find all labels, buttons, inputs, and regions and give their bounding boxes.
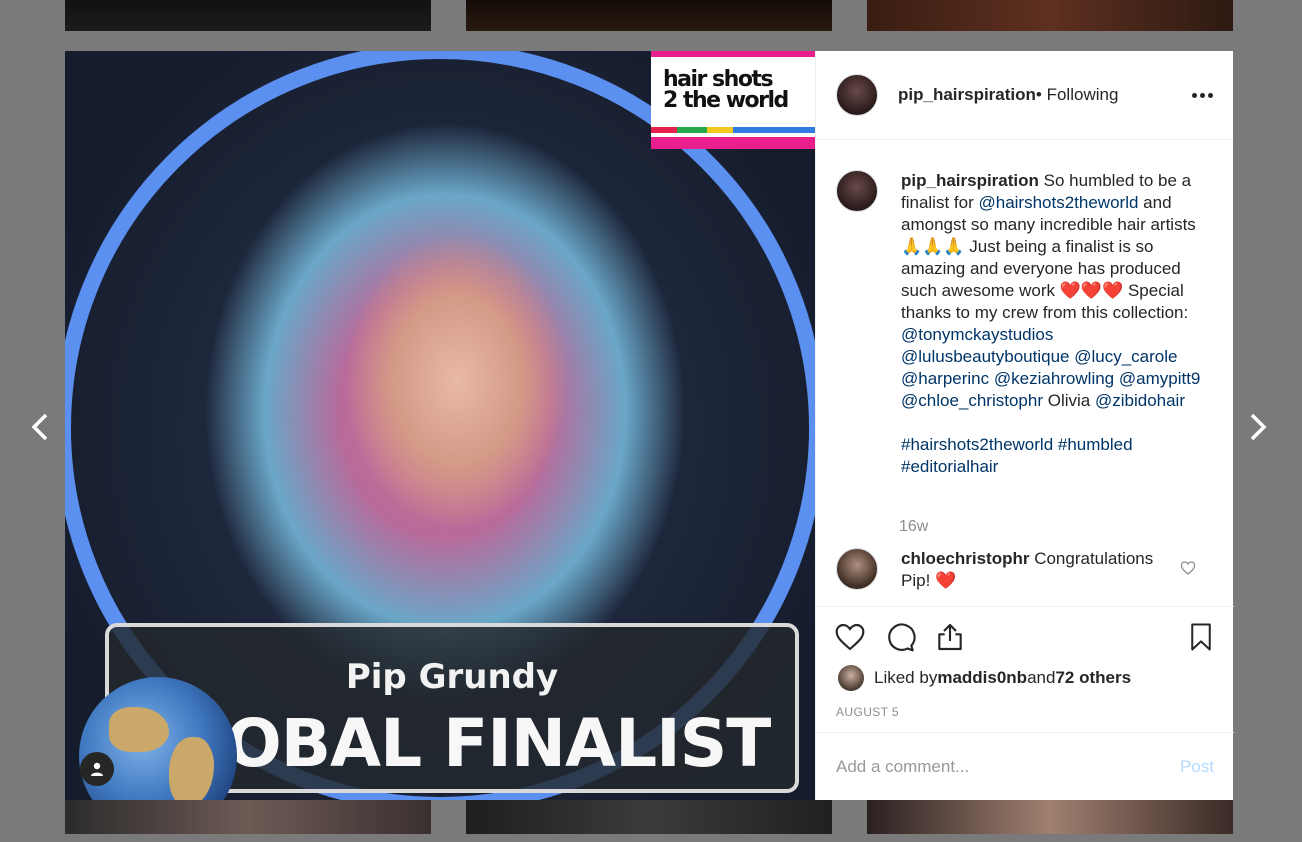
caption-text: pip_hairspiration So humbled to be a fin… [901,170,1201,478]
comments-section[interactable]: pip_hairspiration So humbled to be a fin… [816,140,1234,606]
comment-bubble-icon[interactable] [884,621,916,658]
caption-timestamp: 16w [899,518,929,535]
comment-text: chloechristophr Congratulations Pip! ❤️ [901,548,1156,592]
grid-thumbnail[interactable] [466,800,832,834]
comment-item: chloechristophr Congratulations Pip! ❤️ [836,548,1156,592]
mention-link[interactable]: @lucy_carole [1074,347,1177,366]
more-options-icon[interactable] [1192,92,1213,98]
share-icon[interactable] [934,621,966,658]
heart-emoji: ❤️❤️❤️ [1059,281,1124,301]
previous-post-arrow-icon[interactable] [26,410,56,444]
pray-emoji: 🙏🙏🙏 [901,237,965,257]
following-label[interactable]: • Following [1036,85,1119,105]
hashtag-link[interactable]: #humbled [1058,435,1133,454]
mention-link[interactable]: @zibidohair [1095,391,1185,410]
hairshots-logo: hair shots 2 the world [651,51,815,149]
logo-line-2: 2 the world [663,88,789,113]
post-modal: hair shots 2 the world Pip Grundy GLOBAL… [65,51,1234,800]
mention-link[interactable]: @harperinc [901,369,989,388]
caption-username[interactable]: pip_hairspiration [901,171,1039,190]
grid-thumbnail[interactable] [867,800,1233,834]
avatar[interactable] [836,74,878,116]
mention-link[interactable]: @chloe_christophr [901,391,1043,410]
next-post-arrow-icon[interactable] [1244,410,1274,444]
mention-link[interactable]: @keziahrowling [994,369,1114,388]
post-comment-button[interactable]: Post [1180,757,1214,777]
post-sidebar: pip_hairspiration • Following pip_hairsp… [815,51,1234,800]
post-date: AUGUST 5 [836,705,899,719]
add-comment-bar: Post [816,732,1234,800]
hashtag-link[interactable]: #editorialhair [901,457,998,476]
grid-thumbnail[interactable] [65,800,431,834]
mention-link[interactable]: @hairshots2theworld [978,193,1138,212]
post-actions: Liked by maddis0nb and 72 others AUGUST … [816,606,1234,732]
caption: pip_hairspiration So humbled to be a fin… [836,170,1201,478]
tagged-user-icon[interactable] [80,752,114,786]
likes-prefix: Liked by [874,668,938,687]
likes-count-link[interactable]: 72 others [1055,668,1131,688]
mention-link[interactable]: @amypitt9 [1119,369,1201,388]
avatar[interactable] [836,170,878,212]
logo-line-1: hair shots [663,67,774,92]
mention-link[interactable]: @lulusbeautyboutique [901,347,1070,366]
likes-summary: Liked by maddis0nb and 72 others [838,665,1131,691]
grid-thumbnail[interactable] [65,0,431,31]
bookmark-icon[interactable] [1186,621,1216,658]
liked-by-username[interactable]: maddis0nb [937,668,1027,688]
post-image[interactable]: hair shots 2 the world Pip Grundy GLOBAL… [65,51,815,800]
hashtag-link[interactable]: #hairshots2theworld [901,435,1053,454]
banner-name: Pip Grundy [345,657,559,697]
comment-username[interactable]: chloechristophr [901,549,1029,568]
like-heart-icon[interactable] [834,621,866,658]
likes-middle: and [1027,668,1056,687]
heart-emoji: ❤️ [935,571,957,591]
avatar[interactable] [836,548,878,590]
grid-thumbnail[interactable] [867,0,1233,31]
caption-text-part: Olivia [1043,391,1095,410]
comment-input[interactable] [836,756,1166,777]
post-header: pip_hairspiration • Following [816,51,1233,140]
avatar[interactable] [838,665,864,691]
grid-thumbnail[interactable] [466,0,832,31]
logo-stripes [651,127,815,133]
header-username[interactable]: pip_hairspiration [898,85,1036,105]
comment-like-heart-icon[interactable] [1180,560,1196,581]
mention-link[interactable]: @tonymckaystudios [901,325,1053,344]
